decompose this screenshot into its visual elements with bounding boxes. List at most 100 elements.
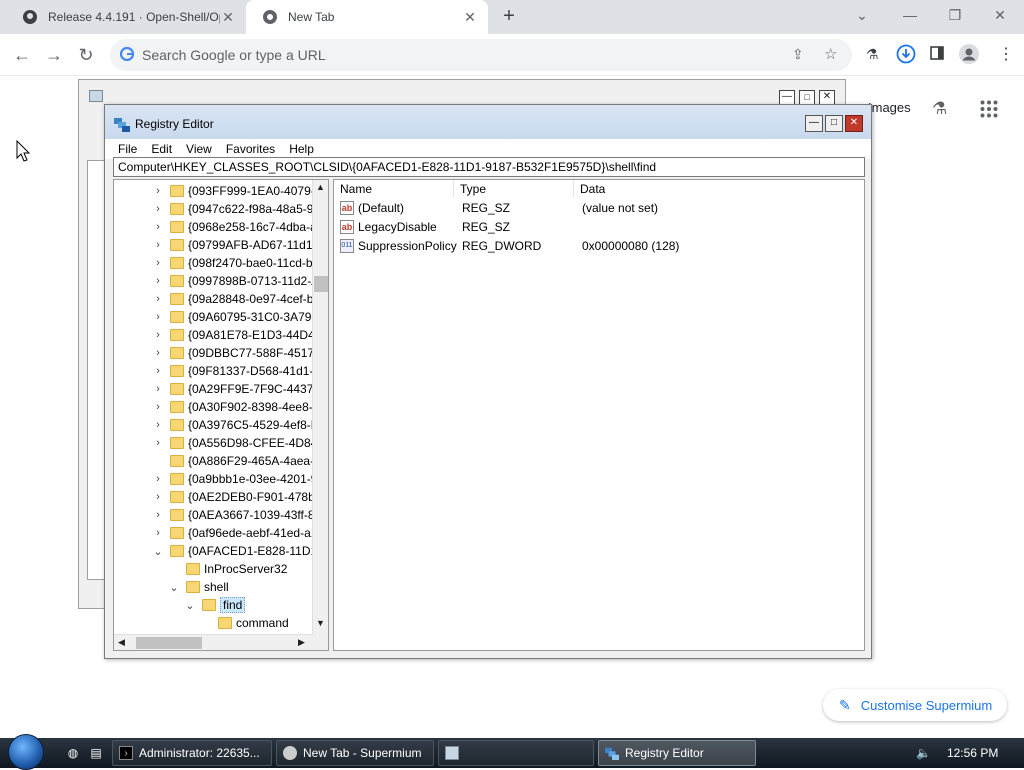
tree-node[interactable]: › {09F81337-D568-41d1-A xyxy=(152,362,321,380)
tree-horizontal-scrollbar[interactable]: ◀ ▶ xyxy=(114,634,312,650)
chevron-right-icon[interactable]: › xyxy=(152,491,164,503)
clock[interactable]: 12:56 PM xyxy=(947,746,998,760)
taskbar-button-cmd[interactable]: › Administrator: 22635... xyxy=(112,740,272,766)
tree-node[interactable]: › {0A29FF9E-7F9C-4437-8 xyxy=(152,380,324,398)
download-icon[interactable] xyxy=(896,44,916,67)
share-icon[interactable]: ⇪ xyxy=(792,46,804,63)
explorer-quicklaunch-icon[interactable]: ▤ xyxy=(87,744,105,762)
tree-node[interactable]: InProcServer32 xyxy=(168,560,287,578)
omnibox[interactable]: ⇪ ☆ xyxy=(110,39,852,71)
tree-node[interactable]: › {0AEA3667-1039-43ff-8D xyxy=(152,506,323,524)
menu-edit[interactable]: Edit xyxy=(144,142,179,156)
chevron-right-icon[interactable]: › xyxy=(152,347,164,359)
chevron-right-icon[interactable]: › xyxy=(152,329,164,341)
tab-release[interactable]: Release 4.4.191 · Open-Shell/Op ✕ xyxy=(6,0,246,34)
customise-button[interactable]: ✎ Customise Supermium xyxy=(823,689,1007,721)
apps-grid-icon[interactable] xyxy=(980,100,998,121)
tree-node[interactable]: › {098f2470-bae0-11cd-b xyxy=(152,254,312,272)
key-tree-pane[interactable]: › {093FF999-1EA0-4079-9 › {0947c622-f98a-48… xyxy=(113,179,329,651)
value-row[interactable]: ab LegacyDisable REG_SZ xyxy=(334,218,864,237)
tree-node[interactable]: › {09a28848-0e97-4cef-b xyxy=(152,290,313,308)
close-icon[interactable]: ✕ xyxy=(845,115,863,132)
forward-icon[interactable]: → xyxy=(42,43,66,67)
chevron-down-icon[interactable]: ⌄ xyxy=(184,599,196,612)
tree-node[interactable]: ⌄ {0AFACED1-E828-11D1- xyxy=(152,542,321,560)
minimize-icon[interactable]: — xyxy=(805,115,823,132)
chevron-right-icon[interactable]: › xyxy=(152,365,164,377)
tree-node[interactable]: › {09799AFB-AD67-11d1- xyxy=(152,236,316,254)
taskbar-button-browser[interactable]: New Tab - Supermium xyxy=(276,740,434,766)
images-link[interactable]: Images xyxy=(868,100,911,115)
chevron-right-icon[interactable]: › xyxy=(152,473,164,485)
browser-quicklaunch-icon[interactable]: ◍ xyxy=(64,744,82,762)
omnibox-input[interactable] xyxy=(142,39,782,71)
tree-node[interactable]: › {0AE2DEB0-F901-478b-E xyxy=(152,488,327,506)
scroll-thumb[interactable] xyxy=(314,276,328,292)
tree-node[interactable]: › {0968e258-16c7-4dba-a xyxy=(152,218,317,236)
chevron-right-icon[interactable]: › xyxy=(152,437,164,449)
close-icon[interactable]: ✕ xyxy=(819,90,835,105)
tab-search-icon[interactable]: ⌄ xyxy=(848,4,876,26)
value-row[interactable]: ab (Default) REG_SZ (value not set) xyxy=(334,199,864,218)
restore-icon[interactable]: ❐ xyxy=(941,4,969,26)
tree-node[interactable]: command xyxy=(200,614,289,632)
tree-node[interactable]: › {0A30F902-8398-4ee8-8 xyxy=(152,398,319,416)
chevron-right-icon[interactable]: › xyxy=(152,527,164,539)
chevron-right-icon[interactable]: › xyxy=(152,185,164,197)
taskbar-button-regedit[interactable]: Registry Editor xyxy=(598,740,756,766)
close-tab-icon[interactable]: ✕ xyxy=(220,9,236,25)
taskbar-button-window[interactable] xyxy=(438,740,594,766)
tree-node[interactable]: ⌄ shell xyxy=(168,578,228,596)
tree-node[interactable]: › {0af96ede-aebf-41ed-a1 xyxy=(152,524,317,542)
close-window-icon[interactable]: ✕ xyxy=(986,4,1014,26)
column-header-name[interactable]: Name xyxy=(334,180,454,198)
menu-help[interactable]: Help xyxy=(282,142,321,156)
maximize-icon[interactable]: □ xyxy=(799,90,815,105)
tree-node[interactable]: {0A886F29-465A-4aea-8 xyxy=(152,452,321,470)
chevron-right-icon[interactable]: › xyxy=(152,257,164,269)
menu-view[interactable]: View xyxy=(179,142,219,156)
tree-node[interactable]: › {09DBBC77-588F-4517-A xyxy=(152,344,326,362)
minimize-icon[interactable]: — xyxy=(779,90,795,105)
tree-vertical-scrollbar[interactable]: ▲ ▼ xyxy=(312,180,328,634)
menu-favorites[interactable]: Favorites xyxy=(219,142,282,156)
minimize-icon[interactable]: — xyxy=(896,4,924,26)
column-header-type[interactable]: Type xyxy=(454,180,574,198)
maximize-icon[interactable]: □ xyxy=(825,115,843,132)
close-tab-icon[interactable]: ✕ xyxy=(462,9,478,25)
chevron-right-icon[interactable]: › xyxy=(152,509,164,521)
bookmark-star-icon[interactable]: ☆ xyxy=(824,45,837,63)
scroll-up-icon[interactable]: ▲ xyxy=(316,182,325,192)
chevron-right-icon[interactable]: › xyxy=(152,419,164,431)
chevron-down-icon[interactable]: ⌄ xyxy=(152,545,164,558)
labs-flask-icon[interactable]: ⚗ xyxy=(866,46,879,63)
column-header-data[interactable]: Data xyxy=(574,180,864,198)
labs-flask-icon[interactable]: ⚗ xyxy=(932,99,947,119)
chevron-right-icon[interactable]: › xyxy=(152,311,164,323)
side-panel-icon[interactable] xyxy=(930,46,944,63)
tree-node[interactable]: › {0997898B-0713-11d2-A xyxy=(152,272,319,290)
chevron-right-icon[interactable]: › xyxy=(152,203,164,215)
profile-avatar-icon[interactable] xyxy=(958,43,980,68)
volume-icon[interactable]: 🔈 xyxy=(916,746,931,760)
reload-icon[interactable]: ↻ xyxy=(74,43,98,67)
tree-node[interactable]: › {0A556D98-CFEE-4D84- xyxy=(152,434,321,452)
tree-node[interactable]: › {09A81E78-E1D3-44D4- xyxy=(152,326,319,344)
chevron-right-icon[interactable]: › xyxy=(152,383,164,395)
tab-new-tab[interactable]: New Tab ✕ xyxy=(246,0,488,34)
new-tab-button[interactable]: + xyxy=(498,6,520,28)
start-orb-icon[interactable] xyxy=(8,734,44,770)
chevron-right-icon[interactable]: › xyxy=(152,239,164,251)
scroll-thumb[interactable] xyxy=(136,637,202,649)
chevron-down-icon[interactable]: ⌄ xyxy=(168,581,180,594)
value-row[interactable]: 011 SuppressionPolicy REG_DWORD 0x00000080 … xyxy=(334,237,864,256)
values-pane[interactable]: Name Type Data ab (Default) REG_SZ (value n… xyxy=(333,179,865,651)
menu-file[interactable]: File xyxy=(111,142,144,156)
chevron-right-icon[interactable]: › xyxy=(152,293,164,305)
address-bar[interactable]: Computer\HKEY_CLASSES_ROOT\CLSID\{0AFACE… xyxy=(113,157,865,177)
scroll-right-icon[interactable]: ▶ xyxy=(298,637,305,648)
tree-node[interactable]: › {0947c622-f98a-48a5-9c xyxy=(152,200,319,218)
menu-kebab-icon[interactable]: ⋮ xyxy=(998,44,1014,64)
regedit-titlebar[interactable]: Registry Editor — □ ✕ xyxy=(105,105,871,139)
back-icon[interactable]: ← xyxy=(10,43,34,67)
